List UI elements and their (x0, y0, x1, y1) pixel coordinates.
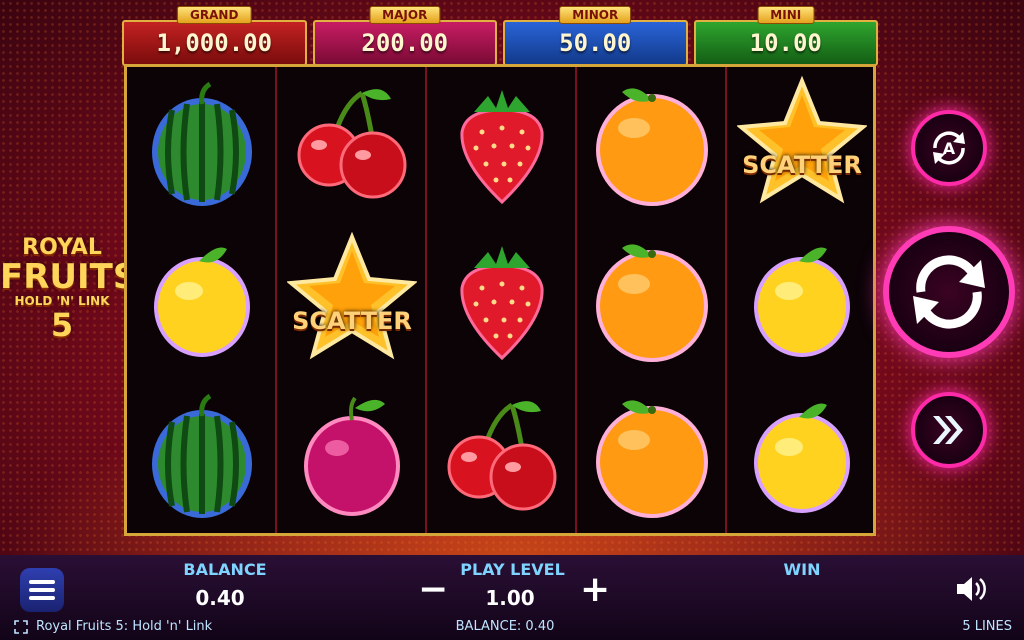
reel-2-row-1-cherry (277, 67, 427, 222)
cherry-icon (447, 400, 557, 510)
play-level-value: 1.00 (485, 586, 535, 610)
orange-icon (596, 400, 708, 518)
jackpot-minor: MINOR 50.00 (503, 6, 688, 66)
reel-1-row-3-watermelon (127, 379, 277, 534)
scatter-star-icon (287, 231, 417, 359)
spin-icon (913, 255, 985, 329)
jackpot-mini: MINI 10.00 (693, 6, 878, 66)
game-title: Royal Fruits 5: Hold 'n' Link (36, 619, 213, 634)
balance-label: BALANCE (183, 560, 267, 579)
turbo-button[interactable] (911, 392, 987, 468)
jackpot-grand: GRAND 1,000.00 (122, 6, 307, 66)
reel-2-row-2-scatter: SCATTER (277, 223, 427, 378)
jackpot-major: MAJOR 200.00 (312, 6, 497, 66)
logo-line-number: 5 (50, 306, 74, 344)
plum-icon (304, 396, 400, 516)
reel-4-row-3-orange (577, 379, 727, 534)
play-level-increase-button[interactable]: + (580, 572, 610, 608)
reel-1-row-2-lemon (127, 223, 277, 378)
reel-1-row-1-watermelon (127, 67, 277, 222)
reel-4-row-1-orange (577, 67, 727, 222)
scatter-label: SCATTER (292, 307, 412, 335)
jackpot-bar: GRAND 1,000.00 MAJOR 200.00 MINOR 50.00 … (122, 6, 878, 66)
autoplay-icon: A (933, 131, 965, 165)
game-logo: ROYAL FRUITS HOLD 'N' LINK 5 (0, 236, 138, 344)
logo-line-fruits: FRUITS (0, 257, 138, 297)
win-label: WIN (783, 560, 821, 579)
reel-5-row-2-lemon (727, 223, 877, 378)
autoplay-button[interactable]: A (911, 110, 987, 186)
reel-2-row-3-plum (277, 379, 427, 534)
menu-button[interactable] (20, 568, 64, 612)
jackpot-mini-value: 10.00 (693, 20, 878, 66)
reel-3-row-1-strawberry (427, 67, 577, 222)
lemon-icon (754, 247, 850, 357)
jackpot-grand-label: GRAND (177, 6, 252, 24)
footer-balance: BALANCE: 0.40 (455, 619, 555, 634)
reel-5-row-1-scatter: SCATTER (727, 67, 877, 222)
lines-count: 5 LINES (962, 619, 1012, 634)
turbo-icon (933, 416, 963, 444)
play-level-decrease-button[interactable]: − (418, 572, 448, 608)
menu-icon (29, 580, 55, 600)
orange-icon (596, 88, 708, 206)
jackpot-minor-label: MINOR (559, 6, 632, 24)
watermelon-icon (152, 393, 252, 518)
reel-grid: SCATTER SCATTER (124, 64, 876, 536)
lemon-icon (754, 403, 850, 513)
fullscreen-button[interactable] (14, 620, 28, 638)
jackpot-major-value: 200.00 (312, 20, 497, 66)
sound-icon (957, 577, 986, 601)
jackpot-minor-value: 50.00 (503, 20, 688, 66)
reel-5-row-3-lemon (727, 379, 877, 534)
sound-button[interactable] (952, 572, 992, 606)
reel-3-row-2-strawberry (427, 223, 577, 378)
reel-4-row-2-orange (577, 223, 727, 378)
jackpot-grand-value: 1,000.00 (122, 20, 307, 66)
strawberry-icon (460, 246, 544, 361)
balance-value: 0.40 (195, 586, 245, 610)
play-level-label: PLAY LEVEL (460, 560, 565, 579)
svg-text:A: A (943, 139, 956, 158)
watermelon-icon (152, 81, 252, 206)
reel-3-row-3-cherry (427, 379, 577, 534)
lemon-icon (154, 247, 250, 357)
jackpot-mini-label: MINI (757, 6, 815, 24)
orange-icon (596, 244, 708, 362)
footer-bar: Royal Fruits 5: Hold 'n' Link BALANCE: 0… (0, 615, 1024, 640)
spin-button[interactable] (883, 226, 1015, 358)
scatter-star-icon (737, 75, 867, 203)
cherry-icon (297, 88, 407, 198)
strawberry-icon (460, 90, 544, 205)
scatter-label: SCATTER (742, 151, 862, 179)
jackpot-major-label: MAJOR (369, 6, 441, 24)
fullscreen-icon (14, 620, 28, 634)
